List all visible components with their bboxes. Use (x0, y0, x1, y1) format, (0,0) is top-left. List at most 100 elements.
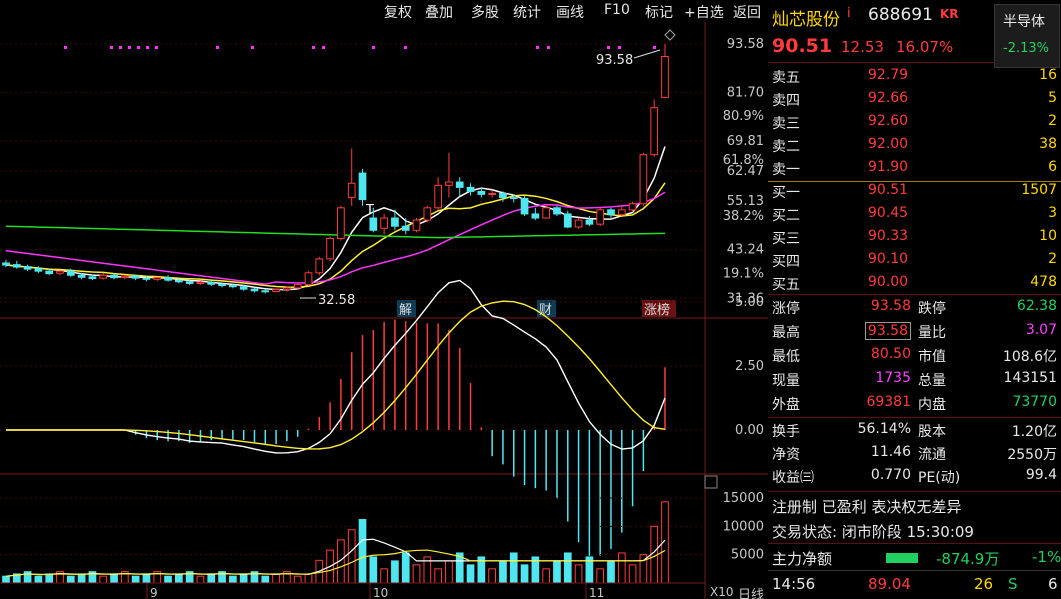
volume-bar (99, 575, 108, 584)
candle-body (455, 181, 464, 188)
volume-bar (2, 575, 10, 584)
toolbar-overlay-button[interactable]: 叠加 (425, 2, 453, 22)
main-flow-pct: -1% (1032, 548, 1061, 566)
pct-tick-label: 80.9% (723, 109, 764, 124)
candle-body (120, 275, 129, 278)
candle-body (380, 217, 388, 229)
candle-body (617, 209, 626, 216)
volume-bar (499, 560, 507, 584)
volume-bar (369, 556, 378, 584)
candle-body (56, 270, 64, 274)
toolbar-draw-line-button[interactable]: 画线 (556, 2, 584, 22)
signal-dot (119, 46, 122, 49)
candle-body (99, 274, 108, 279)
volume-bar (466, 564, 475, 584)
volume-bar (175, 573, 183, 584)
tick-price: 89.04 (868, 575, 911, 593)
candle-body (207, 281, 216, 285)
volume-bar (391, 560, 399, 584)
volume-bar (488, 568, 496, 584)
volume-bar (131, 575, 140, 584)
volume-bar (563, 552, 572, 584)
candle-body (542, 207, 551, 219)
candle-body (661, 56, 669, 98)
ask-label: 卖三 (772, 116, 800, 132)
candle-body (34, 268, 43, 272)
candle-body (509, 197, 518, 200)
signal-dot (404, 46, 407, 49)
stat-value: 11.46 (870, 444, 911, 460)
ask-label: 卖一 (772, 162, 800, 178)
stat-label: 净资 (772, 447, 800, 463)
toolbar-multi-stock-button[interactable]: 多股 (471, 2, 499, 22)
candle-body (272, 289, 280, 293)
toolbar-statistics-button[interactable]: 统计 (513, 2, 541, 22)
volume-bar (142, 573, 151, 584)
bid-price: 90.00 (868, 274, 909, 290)
ask-price: 92.79 (868, 67, 909, 83)
signal-dot (216, 46, 219, 49)
candle-body (23, 266, 32, 270)
volume-bar (261, 575, 270, 584)
bid-volume: 2 (1048, 251, 1057, 267)
divider (768, 491, 1061, 492)
stat-label: 市值 (918, 349, 946, 365)
divider (768, 62, 994, 63)
stock-name: 灿芯股份 (772, 10, 840, 30)
stat-label: PE(动) (918, 470, 961, 486)
stat-value: 0.770 (870, 467, 911, 483)
candle-body (153, 277, 162, 280)
high-price-label: 93.58 (596, 53, 633, 68)
signal-dot (155, 46, 158, 49)
volume-bar (520, 564, 529, 584)
candle-body (639, 154, 648, 205)
toolbar-back-button[interactable]: 返回 (733, 2, 761, 22)
candle-body (250, 288, 259, 292)
candle-body (12, 264, 21, 268)
last-price: 90.51 (772, 35, 833, 57)
signal-dot (536, 46, 539, 49)
volume-bar (207, 573, 216, 584)
volume-bar (347, 529, 356, 584)
price-tick-label: 43.24 (727, 243, 764, 258)
toolbar-f10-button[interactable]: F10 (604, 2, 630, 18)
toolbar-mark-button[interactable]: 标记 (645, 2, 673, 22)
kline-chart: 93.5881.7069.8162.4755.1343.2431.3680.9%… (0, 22, 768, 599)
candle-body (229, 284, 237, 288)
signal-dot (372, 46, 375, 49)
signal-dot (312, 46, 315, 49)
stock-code: 688691 (868, 5, 933, 25)
volume-bar (542, 568, 551, 584)
candle-body (607, 209, 615, 216)
candle-body (164, 277, 172, 281)
candle-body (401, 225, 410, 231)
info-mark[interactable]: i (847, 6, 851, 21)
event-tag-label: 解 (399, 303, 412, 318)
candle-body (326, 237, 334, 260)
signal-dot (64, 46, 67, 49)
toolbar-add-watchlist-button[interactable]: +自选 (684, 2, 724, 22)
candle-body (45, 270, 54, 275)
tick-side: S (1008, 575, 1018, 593)
pct-tick-label: 19.1% (723, 267, 764, 282)
sector-box[interactable]: 半导体 -2.13% (994, 4, 1060, 68)
signal-dot (322, 46, 325, 49)
bid-label: 买四 (772, 254, 800, 270)
signal-dot (607, 46, 610, 49)
volume-bar (445, 560, 453, 584)
toolbar-restore-rights-button[interactable]: 复权 (384, 2, 412, 22)
candle-body (347, 182, 356, 199)
signal-dot (128, 46, 131, 49)
month-label: 11 (589, 586, 604, 599)
volume-bar (239, 573, 248, 584)
macd-tick-label: 2.50 (735, 359, 764, 374)
stat-value: 93.58 (870, 298, 911, 314)
volume-bar (110, 573, 118, 584)
stat-value: 93.58 (864, 322, 911, 340)
price-tick-label: 55.13 (727, 194, 764, 209)
signal-dot (137, 46, 140, 49)
stat-value: 80.50 (870, 346, 911, 362)
bid-volume: 478 (1030, 274, 1057, 290)
volume-bar (434, 568, 442, 584)
stat-value: 99.4 (1025, 467, 1057, 483)
